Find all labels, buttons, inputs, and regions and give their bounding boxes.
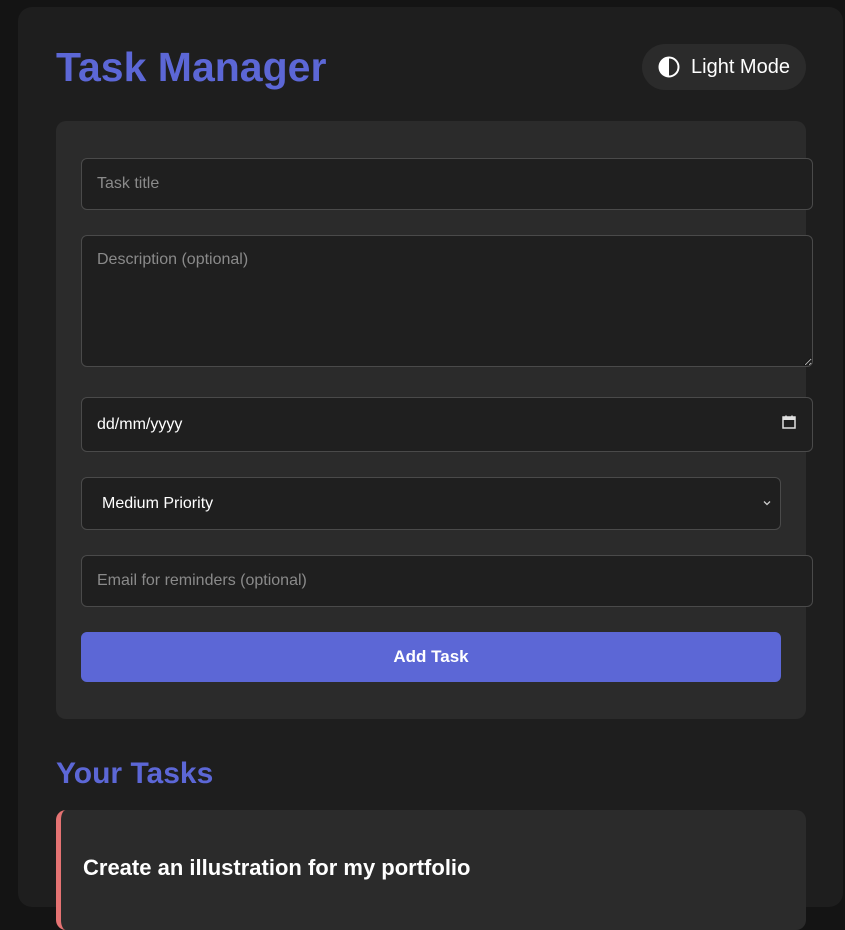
calendar-icon[interactable] bbox=[781, 414, 797, 435]
due-date-input[interactable]: dd/mm/yyyy bbox=[81, 397, 813, 452]
reminder-email-input[interactable] bbox=[81, 555, 813, 607]
app-container: Task Manager Light Mode dd/mm/yyyy bbox=[18, 7, 843, 930]
theme-toggle-label: Light Mode bbox=[691, 55, 790, 78]
priority-selected-value: Medium Priority bbox=[102, 494, 214, 512]
add-task-button[interactable]: Add Task bbox=[81, 632, 781, 682]
priority-select[interactable]: Medium Priority bbox=[81, 477, 781, 530]
page-title: Task Manager bbox=[56, 44, 327, 90]
task-description-input[interactable] bbox=[81, 235, 813, 367]
theme-toggle-button[interactable]: Light Mode bbox=[642, 44, 806, 90]
tasks-section-title: Your Tasks bbox=[56, 757, 214, 790]
contrast-icon bbox=[658, 56, 680, 78]
task-title-input[interactable] bbox=[81, 158, 813, 210]
chevron-down-icon bbox=[762, 495, 772, 513]
task-title: Create an illustration for my portfolio bbox=[83, 855, 471, 880]
task-form: dd/mm/yyyy Medium Priority Add Task bbox=[56, 121, 813, 719]
task-card[interactable]: Create an illustration for my portfolio bbox=[56, 810, 806, 930]
date-value: dd/mm/yyyy bbox=[97, 415, 183, 433]
